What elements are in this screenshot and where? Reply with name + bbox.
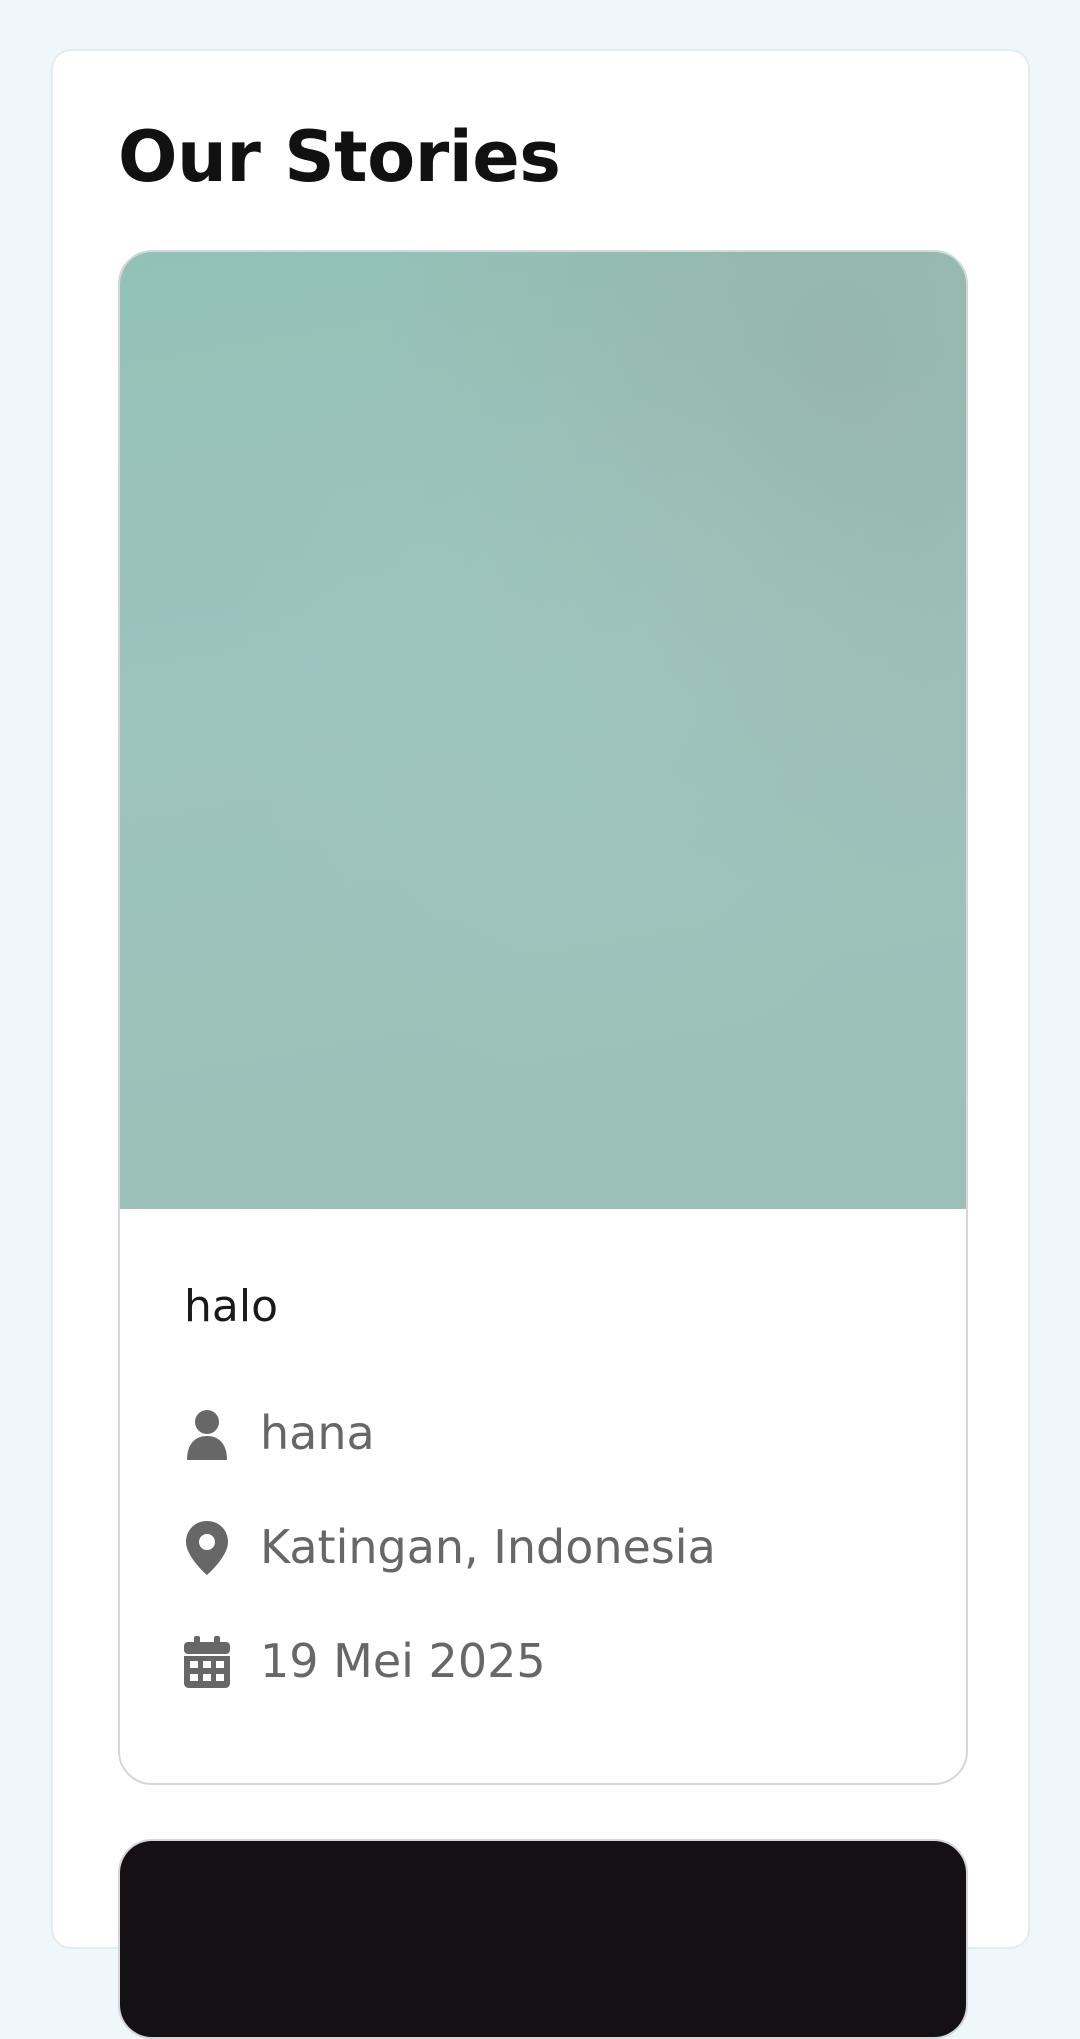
stories-panel: Our Stories halo hana Katingan, Indonesi…	[51, 49, 1030, 2039]
story-image[interactable]	[120, 252, 966, 1209]
story-description: halo	[184, 1281, 278, 1332]
story-card[interactable]	[118, 1839, 968, 2039]
story-body: halo hana Katingan, Indonesia 19 Mei 202…	[120, 1209, 966, 1692]
story-date: 19 Mei 2025	[260, 1634, 546, 1689]
map-pin-icon	[184, 1520, 230, 1576]
page-title: Our Stories	[118, 116, 561, 198]
story-location-row: Katingan, Indonesia	[184, 1518, 966, 1578]
user-icon	[184, 1406, 230, 1462]
story-image[interactable]	[120, 1841, 966, 2037]
story-location: Katingan, Indonesia	[260, 1520, 716, 1575]
story-date-row: 19 Mei 2025	[184, 1632, 966, 1692]
story-card[interactable]: halo hana Katingan, Indonesia 19 Mei 202…	[118, 250, 968, 1785]
story-author: hana	[260, 1406, 375, 1461]
calendar-icon	[184, 1634, 230, 1690]
story-author-row: hana	[184, 1404, 966, 1464]
